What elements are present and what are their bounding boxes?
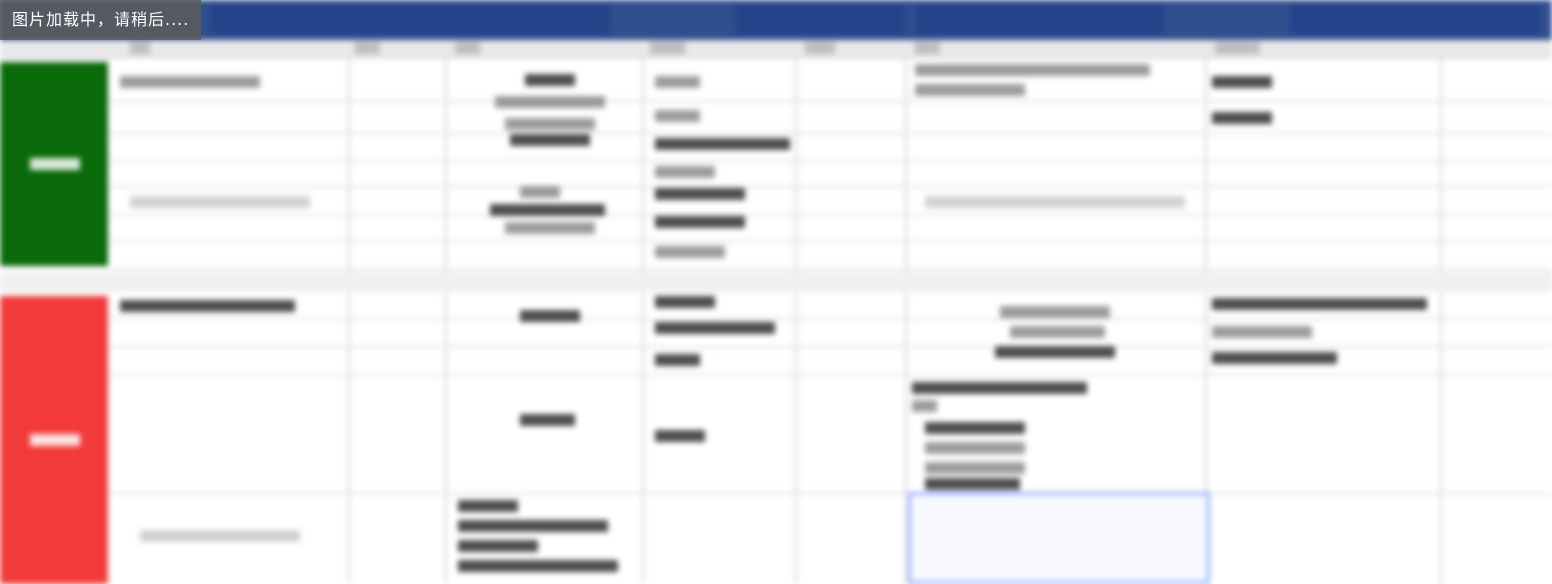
column-header-row (0, 40, 1552, 58)
loading-message: 图片加载中，请稍后.... (0, 0, 202, 40)
sheet-title-bar (0, 0, 1552, 40)
red-category-block (0, 296, 108, 584)
selected-cell-outline (908, 492, 1210, 584)
blurred-spreadsheet-preview (0, 0, 1552, 584)
green-category-block (0, 62, 108, 266)
